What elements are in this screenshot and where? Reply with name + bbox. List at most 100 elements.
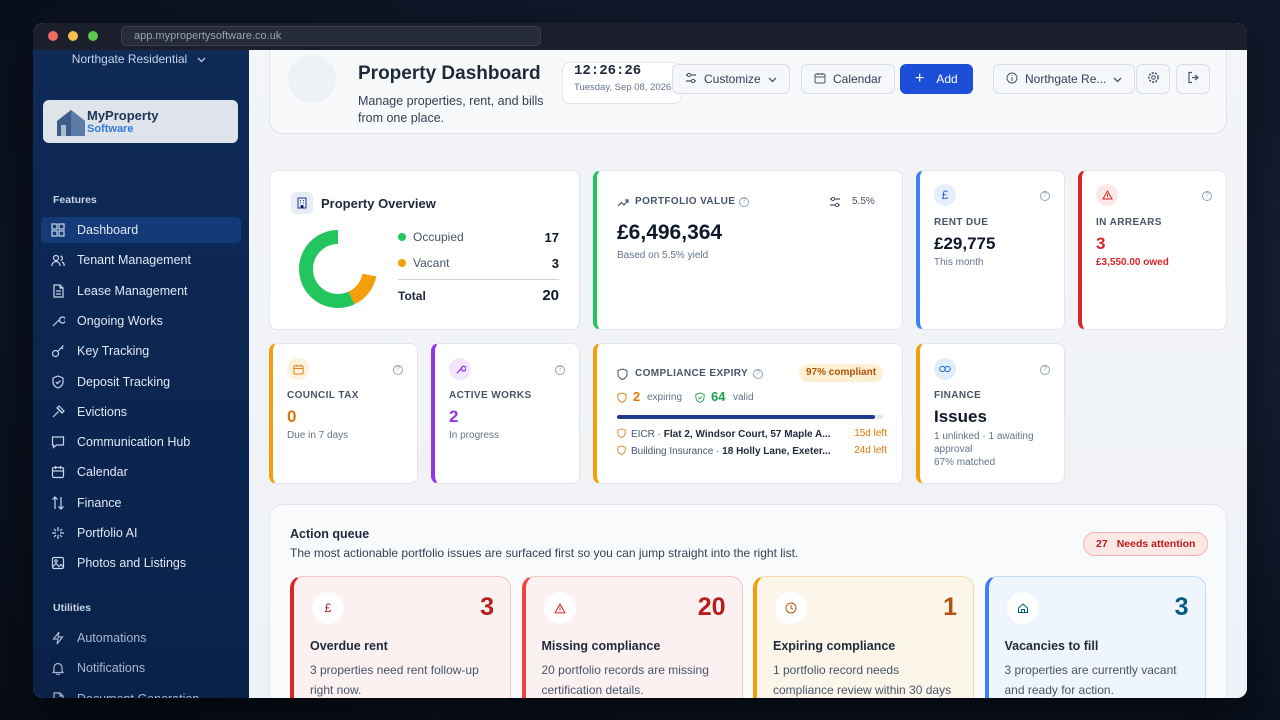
help-icon[interactable]: ?	[393, 365, 403, 375]
help-icon[interactable]: ?	[753, 369, 763, 379]
action-card-count: 1	[943, 593, 957, 621]
overview-title: Property Overview	[321, 196, 436, 211]
compliance-expiry-card[interactable]: COMPLIANCE EXPIRY ? 97% compliant 2 expi…	[593, 343, 903, 484]
calendar-button[interactable]: Calendar	[801, 64, 895, 94]
sidebar-item-photos-and-listings[interactable]: Photos and Listings	[41, 550, 241, 576]
compliance-progress-fill	[617, 415, 876, 419]
building-icon	[291, 192, 313, 214]
compliance-row[interactable]: EICR · Flat 2, Windsor Court, 57 Maple A…	[617, 428, 887, 442]
sidebar-item-portfolio-ai[interactable]: Portfolio AI	[41, 520, 241, 546]
sidebar-item-label: Deposit Tracking	[77, 374, 171, 389]
grid-icon	[51, 223, 65, 237]
info-icon	[1006, 72, 1018, 87]
shield-check-icon	[695, 390, 705, 408]
gavel-icon	[51, 404, 65, 419]
valid-count: 64	[711, 389, 726, 404]
close-window-button[interactable]	[48, 31, 58, 41]
occupied-label: Occupied	[413, 230, 464, 244]
document-icon	[51, 691, 65, 698]
main-content: Property Dashboard Manage properties, re…	[249, 50, 1247, 698]
needs-attention-badge[interactable]: 27 Needs attention	[1083, 532, 1209, 556]
add-button[interactable]: + Add	[900, 64, 973, 94]
header-avatar	[288, 55, 336, 103]
sidebar-item-finance[interactable]: Finance	[41, 490, 241, 516]
sidebar-item-dashboard[interactable]: Dashboard	[41, 217, 241, 243]
action-card-description: 20 portfolio records are missing certifi…	[541, 663, 709, 697]
help-icon[interactable]: ?	[1040, 365, 1050, 375]
finance-label: FINANCE	[934, 390, 982, 401]
arrears-note: £3,550.00 owed	[1096, 257, 1169, 268]
action-card-missing-compliance[interactable]: 20 Missing compliance 20 portfolio records…	[521, 576, 743, 698]
in-arrears-card[interactable]: ? IN ARREARS 3 £3,550.00 owed	[1078, 170, 1227, 330]
sidebar-item-key-tracking[interactable]: Key Tracking	[41, 338, 241, 364]
portfolio-value-card[interactable]: PORTFOLIO VALUE ? 5.5% £6,496,364 Based …	[593, 170, 903, 330]
clock-time: 12:26:26	[574, 63, 642, 79]
help-icon[interactable]: ?	[555, 365, 565, 375]
compliance-row[interactable]: Building Insurance · 18 Holly Lane, Exet…	[617, 445, 887, 459]
action-queue-subtitle: The most actionable portfolio issues are…	[290, 546, 799, 560]
action-card-expiring-compliance[interactable]: 1 Expiring compliance 1 portfolio record n…	[753, 576, 974, 698]
finance-note: 1 unlinked · 1 awaiting approval	[934, 431, 1034, 455]
customize-button[interactable]: Customize	[672, 64, 790, 94]
help-icon[interactable]: ?	[1202, 191, 1212, 201]
action-card-vacancies-to-fill[interactable]: 3 Vacancies to fill 3 properties are curre…	[984, 576, 1206, 698]
rent-due-value: £29,775	[934, 234, 996, 253]
transfer-icon	[51, 495, 65, 510]
chevron-down-icon	[197, 52, 206, 66]
action-queue-title: Action queue	[290, 527, 370, 541]
vacant-count: 3	[551, 256, 559, 271]
finance-card[interactable]: ? FINANCE Issues 1 unlinked · 1 awaiting…	[916, 343, 1065, 484]
utilities-heading: Utilities	[53, 602, 91, 614]
needs-attention-count: 27	[1096, 538, 1108, 550]
wrench-icon	[51, 314, 65, 328]
app-logo[interactable]: MyProperty Software	[43, 100, 238, 143]
warning-icon	[1096, 184, 1118, 206]
clock-icon	[775, 592, 807, 624]
settings-button[interactable]	[1136, 64, 1170, 94]
org-select[interactable]: Northgate Re...	[993, 64, 1136, 94]
sidebar-item-deposit-tracking[interactable]: Deposit Tracking	[41, 369, 241, 395]
sidebar-item-label: Evictions	[77, 404, 128, 419]
compliance-days-left: 15d left	[850, 428, 887, 439]
sidebar-item-tenant-management[interactable]: Tenant Management	[41, 247, 241, 273]
minimize-window-button[interactable]	[68, 31, 78, 41]
chevron-down-icon	[768, 72, 777, 86]
sidebar-item-notifications[interactable]: Notifications	[41, 655, 241, 681]
chevron-down-icon	[1113, 72, 1122, 86]
vacant-legend-dot	[398, 259, 406, 267]
logout-button[interactable]	[1176, 64, 1210, 94]
sliders-icon[interactable]	[829, 195, 841, 213]
valid-label: valid	[733, 392, 754, 403]
shield-warning-icon	[617, 445, 626, 458]
action-card-description: 3 properties are currently vacant and re…	[1004, 663, 1177, 697]
org-switcher[interactable]: Northgate Residential	[53, 50, 225, 68]
wrench-icon	[449, 358, 471, 380]
sparkle-icon	[51, 526, 65, 540]
browser-titlebar: app.mypropertysoftware.co.uk	[33, 23, 1247, 50]
compliance-type: EICR	[631, 429, 655, 440]
sidebar-item-document-generation[interactable]: Document Generation	[41, 686, 241, 698]
active-works-label: ACTIVE WORKS	[449, 390, 532, 401]
sidebar-item-communication-hub[interactable]: Communication Hub	[41, 429, 241, 455]
active-works-card[interactable]: ? ACTIVE WORKS 2 In progress	[431, 343, 580, 484]
rent-due-card[interactable]: £ ? RENT DUE £29,775 This month	[916, 170, 1065, 330]
sidebar-item-ongoing-works[interactable]: Ongoing Works	[41, 308, 241, 334]
council-tax-card[interactable]: ? COUNCIL TAX 0 Due in 7 days	[269, 343, 418, 484]
action-card-description: 1 portfolio record needs compliance revi…	[773, 663, 952, 697]
address-bar[interactable]: app.mypropertysoftware.co.uk	[121, 26, 541, 46]
plus-icon: +	[915, 70, 925, 87]
sidebar-item-evictions[interactable]: Evictions	[41, 399, 241, 425]
link-icon	[934, 358, 956, 380]
compliance-badge: 97% compliant	[799, 364, 884, 382]
help-icon[interactable]: ?	[739, 197, 749, 207]
sidebar-item-label: Document Generation	[77, 692, 199, 698]
property-overview-card[interactable]: Property Overview Occupied 17 Vacant 3 T…	[269, 170, 580, 330]
action-card-overdue-rent[interactable]: £3 Overdue rent 3 properties need rent fol…	[290, 576, 511, 698]
sidebar-item-automations[interactable]: Automations	[41, 625, 241, 651]
sidebar-item-lease-management[interactable]: Lease Management	[41, 278, 241, 304]
sidebar-item-calendar[interactable]: Calendar	[41, 459, 241, 485]
council-tax-value: 0	[287, 407, 297, 426]
maximize-window-button[interactable]	[88, 31, 98, 41]
help-icon[interactable]: ?	[1040, 191, 1050, 201]
key-icon	[51, 344, 65, 358]
